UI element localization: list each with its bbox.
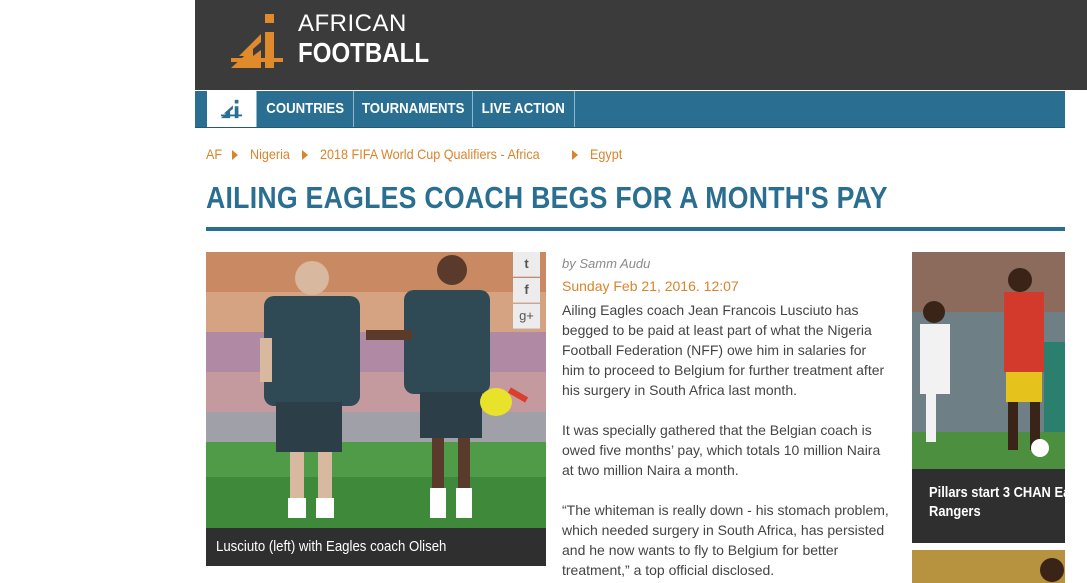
article-byline: by Samm Audu — [562, 256, 651, 271]
breadcrumb-arrow-icon — [302, 150, 309, 161]
sidebar-story-title-line1: Pillars start 3 CHAN Eag — [929, 484, 1065, 501]
article-photo — [206, 252, 546, 528]
article-paragraph: It was specially gathered that the Belgi… — [562, 422, 881, 478]
sidebar-story-image-next — [912, 550, 1065, 583]
facebook-icon[interactable]: f — [513, 278, 540, 303]
breadcrumb-nigeria[interactable]: Nigeria — [250, 146, 290, 162]
nav-live-action-label: LIVE ACTION — [481, 100, 566, 117]
sidebar-story-photo-next[interactable] — [912, 550, 1065, 583]
twitter-icon[interactable]: t — [513, 252, 540, 277]
photo-caption-text: Lusciuto (left) with Eagles coach Oliseh — [216, 538, 447, 555]
nav-home-button[interactable] — [207, 91, 256, 127]
article-title: AILING EAGLES COACH BEGS FOR A MONTH'S P… — [206, 180, 888, 215]
main-nav: COUNTRIES TOURNAMENTS LIVE ACTION — [195, 91, 1065, 128]
site-logo[interactable]: AFRICAN FOOTBALL — [195, 0, 455, 90]
nav-live-action[interactable]: LIVE ACTION — [473, 91, 575, 127]
sidebar-story-image — [912, 252, 1065, 469]
site-name-line1: AFRICAN — [298, 10, 407, 37]
breadcrumb-arrow-icon — [572, 150, 579, 161]
sidebar-story-title[interactable]: Pillars start 3 CHAN Eag Rangers — [912, 469, 1065, 543]
photo-caption: Lusciuto (left) with Eagles coach Oliseh — [206, 528, 546, 566]
site-name-line2: FOOTBALL — [298, 37, 430, 68]
sidebar-story-photo[interactable] — [912, 252, 1065, 469]
share-bar: t f g+ — [513, 252, 540, 330]
article-paragraph: “The whiteman is really down - his stoma… — [562, 502, 889, 578]
breadcrumb-arrow-icon — [231, 150, 238, 161]
site-header: AFRICAN FOOTBALL — [195, 0, 1087, 90]
logo-icon — [231, 14, 283, 68]
title-divider — [206, 227, 1065, 231]
home-logo-icon — [221, 99, 243, 119]
nav-tournaments-label: TOURNAMENTS — [361, 100, 465, 117]
article-date: Sunday Feb 21, 2016. 12:07 — [562, 278, 739, 294]
nav-countries-label: COUNTRIES — [266, 100, 344, 117]
article-paragraph: Ailing Eagles coach Jean Francois Lusciu… — [562, 302, 885, 398]
breadcrumb-af[interactable]: AF — [206, 146, 222, 162]
article-photo-image — [206, 252, 546, 528]
sidebar-story-title-line2: Rangers — [929, 503, 981, 520]
google-plus-icon[interactable]: g+ — [513, 304, 540, 329]
breadcrumb-egypt[interactable]: Egypt — [590, 146, 622, 162]
nav-countries[interactable]: COUNTRIES — [256, 91, 354, 127]
breadcrumb-competition[interactable]: 2018 FIFA World Cup Qualifiers - Africa — [320, 146, 540, 162]
site-name: AFRICAN FOOTBALL — [298, 10, 450, 68]
nav-tournaments[interactable]: TOURNAMENTS — [354, 91, 473, 127]
breadcrumb: AF Nigeria 2018 FIFA World Cup Qualifiers … — [206, 146, 626, 162]
